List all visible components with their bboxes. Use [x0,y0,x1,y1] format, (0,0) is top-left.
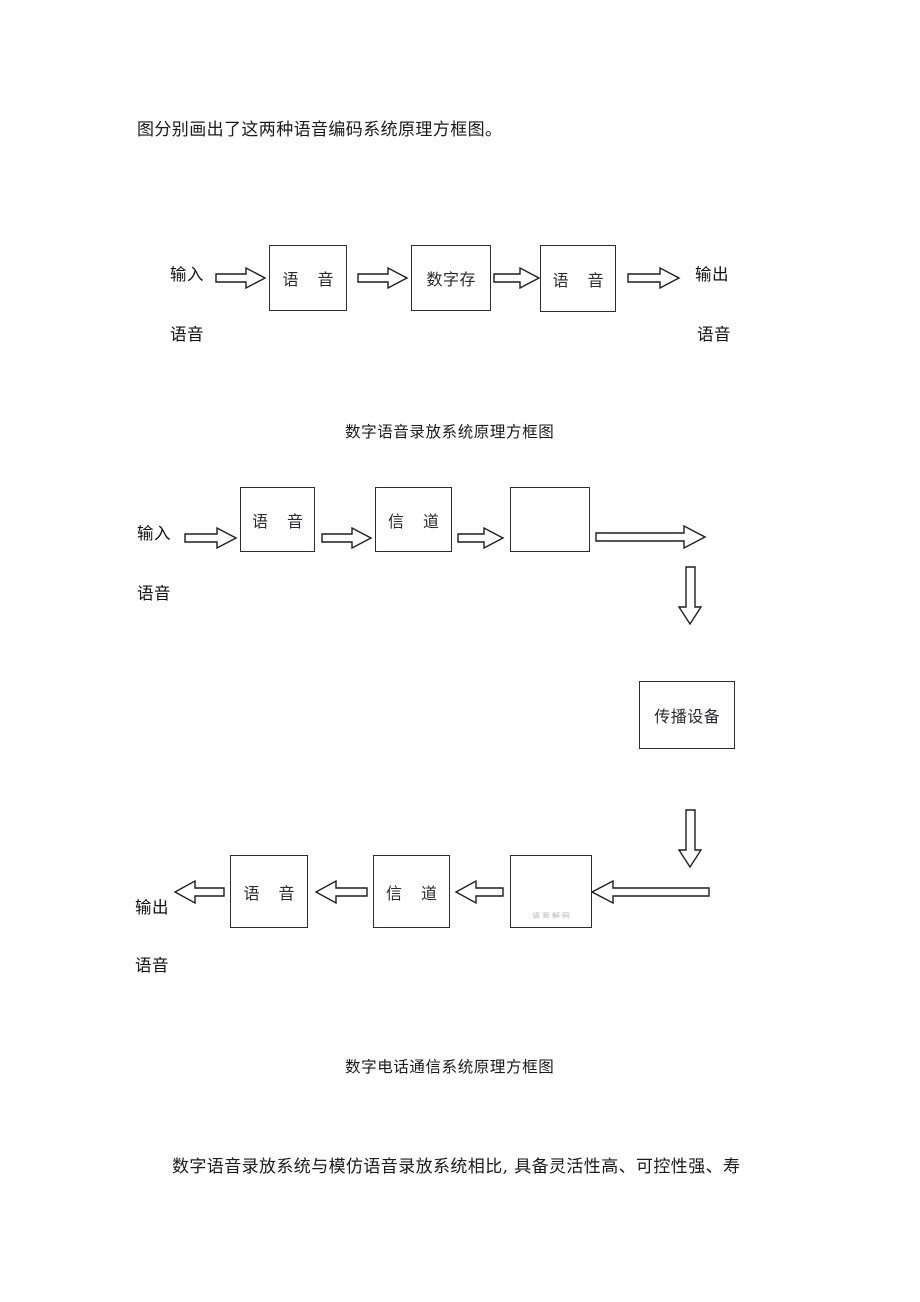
figure1-arrow-box1-to-box2 [357,266,409,290]
closing-paragraph: 数字语音录放系统与模仿语音录放系统相比, 具备灵活性高、可控性强、寿 [172,1157,741,1177]
figure2-output-label-secondary: 语音 [135,956,169,975]
figure2-arrow-down-to-transmission [677,566,703,626]
figure2-input-label-secondary: 语音 [137,584,171,603]
figure1-caption: 数字语音录放系统原理方框图 [345,423,555,441]
figure2-top-box-2: 信 道 [375,487,452,552]
figure2-arrow-bottombox3-to-bottombox2 [454,879,504,905]
figure2-output-label: 输出 [135,898,169,917]
figure2-arrow-right-to-bottombox3 [590,879,710,905]
figure2-bottom-box-2-label: 信 道 [385,883,445,903]
figure2-transmission-box-label: 传播设备 [654,707,721,726]
figure2-arrow-input-to-topbox1 [184,526,238,550]
figure2-bottom-box-1-label: 语 音 [243,883,302,903]
figure1-box-3-label: 语 音 [552,270,611,290]
figure2-top-box-1: 语 音 [240,487,315,552]
figure1-arrow-box3-to-output [627,266,681,290]
figure1-box-1: 语 音 [269,245,347,311]
figure2-bottom-box-3-label: 语音解码 [532,911,572,920]
figure2-arrow-bottombox1-to-output [173,879,225,905]
figure2-arrow-transmission-to-down [677,809,703,869]
figure2-arrow-bottombox2-to-bottombox1 [314,879,368,905]
figure1-input-label-secondary: 语音 [170,325,204,344]
figure1-box-3: 语 音 [540,245,616,312]
figure1-box-2-label: 数字存 [426,270,476,289]
figure1-box-1-label: 语 音 [282,270,341,289]
intro-paragraph: 图分别画出了这两种语音编码系统原理方框图。 [137,120,503,140]
document-page: 图分别画出了这两种语音编码系统原理方框图。 输入 语音 语 音 数字存 语 音 [0,0,920,1302]
figure2-caption: 数字电话通信系统原理方框图 [345,1058,555,1076]
figure1-output-label: 输出 [695,265,729,284]
figure2-arrow-topbox1-to-topbox2 [321,526,373,550]
figure2-bottom-box-2: 信 道 [373,855,450,928]
figure1-arrow-input-to-box1 [215,266,267,290]
figure2-top-box-2-label: 信 道 [387,511,447,531]
figure2-top-box-1-label: 语 音 [251,511,311,531]
figure1-box-2: 数字存 [411,245,491,311]
figure2-top-box-3 [510,487,590,552]
figure2-arrow-topbox2-to-topbox3 [457,526,505,550]
figure2-bottom-box-1: 语 音 [230,855,308,928]
figure1-input-label: 输入 [170,265,204,284]
figure2-input-label: 输入 [137,524,171,543]
figure2-arrow-topbox3-to-down [595,524,707,550]
figure2-bottom-box-3: 语音解码 [510,855,592,928]
figure2-transmission-box: 传播设备 [639,681,735,749]
figure1-arrow-box2-to-box3 [493,266,541,290]
figure1-output-label-secondary: 语音 [697,325,731,344]
